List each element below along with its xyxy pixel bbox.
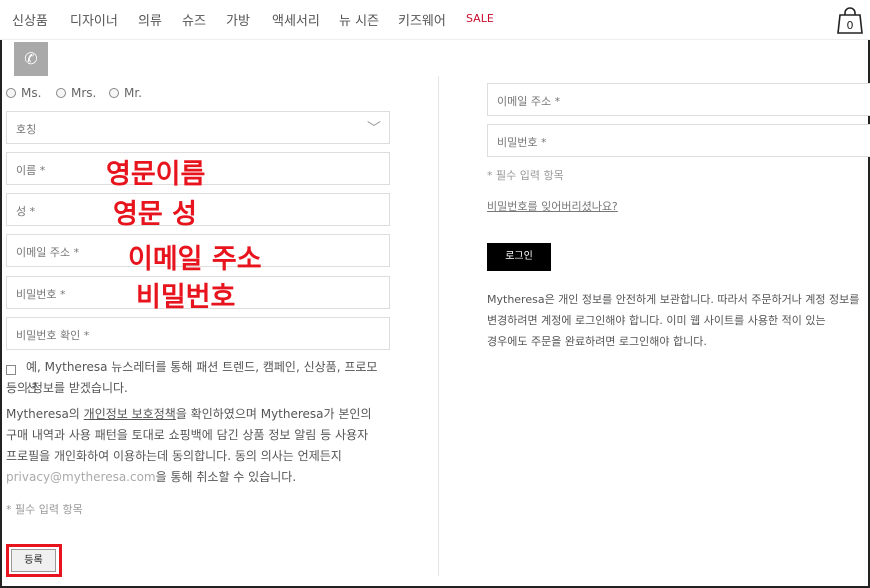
nav-sale[interactable]: SALE: [466, 12, 494, 25]
nav-clothing[interactable]: 의류: [138, 10, 162, 29]
privacy-policy-link[interactable]: 개인정보 보호정책: [84, 407, 176, 421]
bag-count: 0: [847, 19, 854, 32]
login-email-placeholder: 이메일 주소 *: [497, 95, 561, 108]
newsletter-line-2: 등의 정보를 받겠습니다.: [6, 381, 128, 395]
chevron-down-icon: ﹀: [367, 121, 381, 137]
nav-accessories[interactable]: 액세서리: [272, 10, 320, 29]
nav-new-season[interactable]: 뉴 시즌: [339, 10, 379, 29]
shopping-bag-button[interactable]: 0: [836, 6, 864, 34]
email-placeholder: 이메일 주소 *: [16, 246, 80, 259]
login-password-placeholder: 비밀번호 *: [497, 136, 547, 149]
login-password-field[interactable]: 비밀번호 *: [487, 124, 870, 157]
privacy-line1-suffix: 을 확인하였으며 Mytheresa가 본인의: [175, 407, 372, 421]
forgot-password-link[interactable]: 비밀번호를 잊어버리셨나요?: [487, 198, 618, 214]
last-name-field[interactable]: 성 *: [6, 193, 390, 226]
radio-ms[interactable]: Ms.: [6, 86, 41, 100]
first-name-placeholder: 이름 *: [16, 164, 46, 177]
nav-bags[interactable]: 가방: [226, 10, 250, 29]
radio-mrs[interactable]: Mrs.: [56, 86, 96, 100]
phone-icon: ✆: [14, 42, 48, 76]
login-email-field[interactable]: 이메일 주소 *: [487, 83, 870, 116]
column-divider: [438, 76, 439, 576]
privacy-line-2: 구매 내역과 사용 패턴을 토대로 쇼핑백에 담긴 상품 정보 알림 등 사용자: [6, 428, 369, 442]
radio-mr-dot: [109, 88, 119, 98]
password-confirm-field[interactable]: 비밀번호 확인 *: [6, 317, 390, 350]
privacy-line4-suffix: 을 통해 취소할 수 있습니다.: [155, 470, 297, 484]
password-placeholder: 비밀번호 *: [16, 288, 66, 301]
register-button[interactable]: 등록: [11, 549, 56, 572]
privacy-consent-text: Mytheresa의 개인정보 보호정책을 확인하였으며 Mytheresa가 …: [6, 404, 426, 488]
login-info-line-1: Mytheresa은 개인 정보를 안전하게 보관합니다. 따라서 주문하거나 …: [487, 293, 860, 306]
newsletter-checkbox[interactable]: [6, 365, 16, 375]
annotation-email: 이메일 주소: [128, 244, 262, 275]
privacy-line-3: 프로필을 개인화하여 이용하는데 동의합니다. 동의 의사는 언제든지: [6, 449, 342, 463]
login-info-line-2: 변경하려면 계정에 로그인해야 합니다. 이미 웹 사이트를 사용한 적이 있는: [487, 314, 826, 327]
nav-designers[interactable]: 디자이너: [70, 10, 118, 29]
nav-shoes[interactable]: 슈즈: [182, 10, 206, 29]
privacy-email: privacy@mytheresa.com: [6, 470, 156, 484]
radio-ms-label: Ms.: [21, 86, 42, 100]
login-info-text: Mytheresa은 개인 정보를 안전하게 보관합니다. 따라서 주문하거나 …: [487, 289, 870, 352]
annotation-password: 비밀번호: [136, 282, 236, 313]
shopping-bag-icon: 0: [837, 7, 863, 34]
privacy-prefix: Mytheresa의: [6, 407, 84, 421]
radio-mr-label: Mr.: [124, 86, 142, 100]
nav-new-arrivals[interactable]: 신상품: [12, 10, 48, 29]
annotation-last-name: 영문 성: [113, 199, 197, 230]
title-select[interactable]: 호칭 ﹀: [6, 111, 390, 144]
radio-mrs-label: Mrs.: [71, 86, 97, 100]
login-required-note: * 필수 입력 항목: [487, 169, 564, 182]
radio-mr[interactable]: Mr.: [109, 86, 142, 100]
title-select-value: 호칭: [16, 123, 37, 136]
password-confirm-placeholder: 비밀번호 확인 *: [16, 329, 90, 342]
login-info-line-3: 경우에도 주문을 완료하려면 로그인해야 합니다.: [487, 335, 707, 348]
login-button[interactable]: 로그인: [487, 243, 551, 271]
top-nav: 신상품 디자이너 의류 슈즈 가방 액세서리 뉴 시즌 키즈웨어 SALE 0: [0, 0, 870, 40]
last-name-placeholder: 성 *: [16, 205, 36, 218]
nav-kidswear[interactable]: 키즈웨어: [398, 10, 446, 29]
radio-mrs-dot: [56, 88, 66, 98]
annotation-first-name: 영문이름: [106, 159, 206, 190]
required-note: * 필수 입력 항목: [6, 503, 83, 516]
radio-ms-dot: [6, 88, 16, 98]
